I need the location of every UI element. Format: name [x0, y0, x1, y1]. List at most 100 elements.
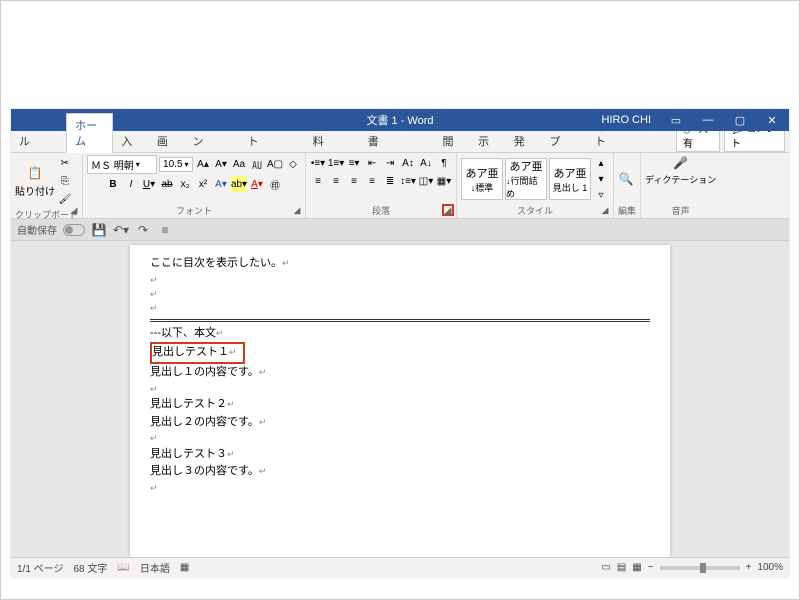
numbering-icon[interactable]: 1≡▾ — [328, 155, 344, 171]
bold-icon[interactable]: B — [105, 176, 121, 192]
distribute-icon[interactable]: ≣ — [382, 173, 398, 189]
maximize-button[interactable]: ▢ — [727, 112, 753, 129]
zoom-in-icon[interactable]: + — [746, 562, 752, 573]
zoom-slider[interactable] — [660, 566, 740, 570]
zoom-out-icon[interactable]: − — [648, 562, 654, 573]
font-launcher[interactable]: ◢ — [291, 204, 303, 216]
phonetic-icon[interactable]: ㍳ — [249, 157, 265, 173]
change-case-icon[interactable]: Aa — [231, 157, 247, 173]
page[interactable]: ここに目次を表示したい。↵ ↵ ↵ ↵ ---以下、本文↵ 見出しテスト１↵ 見… — [130, 245, 670, 557]
align-right-icon[interactable]: ≡ — [346, 173, 362, 189]
status-bar: 1/1 ページ 68 文字 📖 日本語 ▦ ▭ ▤ ▦ − + 100% — [11, 557, 789, 577]
sort-icon[interactable]: A↓ — [418, 155, 434, 171]
justify-icon[interactable]: ≡ — [364, 173, 380, 189]
view-print-icon[interactable]: ▤ — [617, 562, 626, 573]
word-count[interactable]: 68 文字 — [73, 560, 107, 575]
body-line: 見出しテスト２↵ — [150, 396, 650, 414]
style-nospacing[interactable]: あア亜↓行間詰め — [505, 158, 547, 200]
find-icon[interactable]: 🔍 — [618, 171, 634, 187]
close-button[interactable]: ✕ — [759, 112, 785, 129]
indent-dec-icon[interactable]: ⇤ — [364, 155, 380, 171]
show-marks-icon[interactable]: ¶ — [436, 155, 452, 171]
cut-icon[interactable]: ✂ — [57, 155, 73, 171]
style-heading1[interactable]: あア亜見出し 1 — [549, 158, 591, 200]
tab-home[interactable]: ホーム — [66, 113, 113, 153]
view-focus-icon[interactable]: ▭ — [601, 562, 610, 573]
spellcheck-icon[interactable]: 📖 — [117, 562, 129, 573]
strike-icon[interactable]: ab — [159, 176, 175, 192]
save-icon[interactable]: 💾 — [91, 222, 107, 238]
group-styles: あア亜↓標準 あア亜↓行間詰め あア亜見出し 1 ▴ ▾ ▿ スタイル ◢ — [457, 153, 614, 218]
heading-1: 見出しテスト１↵ — [150, 342, 650, 364]
body-line: 見出し３の内容です。↵ — [150, 463, 650, 481]
bullets-icon[interactable]: •≡▾ — [310, 155, 326, 171]
minimize-button[interactable]: — — [695, 112, 721, 128]
text-direction-icon[interactable]: A↕ — [400, 155, 416, 171]
qat-more-icon[interactable]: ≡ — [157, 222, 173, 238]
title-bar: 文書 1 - Word HIRO CHI ▭ — ▢ ✕ — [11, 109, 789, 131]
para-mark: ↵ — [150, 273, 650, 287]
italic-icon[interactable]: I — [123, 176, 139, 192]
redo-icon[interactable]: ↷ — [135, 222, 151, 238]
ribbon-tabs: ファイル ホーム 挿入 描画 デザイン レイアウト 参考資料 差し込み文書 校閲… — [11, 131, 789, 153]
style-normal[interactable]: あア亜↓標準 — [461, 158, 503, 200]
user-name[interactable]: HIRO CHI — [596, 112, 658, 128]
enclose-char-icon[interactable]: ㊞ — [267, 176, 283, 192]
group-voice: 🎤 ディクテーション 音声 — [641, 153, 720, 218]
document-area[interactable]: ここに目次を表示したい。↵ ↵ ↵ ↵ ---以下、本文↵ 見出しテスト１↵ 見… — [11, 241, 789, 557]
indent-inc-icon[interactable]: ⇥ — [382, 155, 398, 171]
view-web-icon[interactable]: ▦ — [632, 562, 641, 573]
grow-font-icon[interactable]: A▴ — [195, 157, 211, 173]
font-size-combo[interactable]: 10.5▾ — [159, 157, 193, 172]
para-mark: ↵ — [150, 382, 650, 396]
line-spacing-icon[interactable]: ↕≡▾ — [400, 173, 416, 189]
superscript-icon[interactable]: x² — [195, 176, 211, 192]
subscript-icon[interactable]: x₂ — [177, 176, 193, 192]
shrink-font-icon[interactable]: A▾ — [213, 157, 229, 173]
paragraph-launcher[interactable]: ◢ — [442, 204, 454, 216]
autosave-toggle[interactable] — [63, 224, 85, 236]
group-paragraph: •≡▾ 1≡▾ ≡▾ ⇤ ⇥ A↕ A↓ ¶ ≡ ≡ ≡ ≡ ≣ ↕≡▾ ◫▾ — [306, 153, 457, 218]
body-line: 見出しテスト３↵ — [150, 446, 650, 464]
body-line: 見出し１の内容です。↵ — [150, 364, 650, 382]
para-mark: ↵ — [150, 431, 650, 445]
page-count[interactable]: 1/1 ページ — [17, 560, 63, 575]
document-title: 文書 1 - Word — [366, 112, 433, 128]
font-name-combo[interactable]: ＭＳ 明朝▾ — [87, 155, 157, 174]
multilevel-icon[interactable]: ≡▾ — [346, 155, 362, 171]
para-mark: ↵ — [150, 301, 650, 315]
char-border-icon[interactable]: A▢ — [267, 157, 283, 173]
group-clipboard: 📋 貼り付け ✂ ⎘ 🖌 クリップボード ◢ — [11, 153, 83, 218]
align-center-icon[interactable]: ≡ — [328, 173, 344, 189]
clipboard-launcher[interactable]: ◢ — [68, 204, 80, 216]
copy-icon[interactable]: ⎘ — [57, 173, 73, 189]
para-mark: ↵ — [150, 287, 650, 301]
text-effects-icon[interactable]: A▾ — [213, 176, 229, 192]
borders-icon[interactable]: ▦▾ — [436, 173, 452, 189]
styles-scroll-up-icon[interactable]: ▴ — [593, 155, 609, 171]
ribbon: 📋 貼り付け ✂ ⎘ 🖌 クリップボード ◢ ＭＳ 明朝▾ 10.5▾ A▴ A… — [11, 153, 789, 219]
styles-launcher[interactable]: ◢ — [599, 204, 611, 216]
body-line: ---以下、本文↵ — [150, 325, 650, 343]
undo-icon[interactable]: ↶▾ — [113, 222, 129, 238]
font-color-icon[interactable]: A▾ — [249, 176, 265, 192]
highlight-icon[interactable]: ab▾ — [231, 176, 247, 192]
group-font: ＭＳ 明朝▾ 10.5▾ A▴ A▾ Aa ㍳ A▢ ◇ B I U▾ ab x… — [83, 153, 306, 218]
clipboard-icon: 📋 — [27, 165, 43, 181]
clear-format-icon[interactable]: ◇ — [285, 157, 301, 173]
shading-icon[interactable]: ◫▾ — [418, 173, 434, 189]
para-mark: ↵ — [150, 481, 650, 495]
paste-button[interactable]: 📋 貼り付け — [15, 165, 55, 198]
dictation-icon[interactable]: 🎤 — [673, 155, 689, 171]
ribbon-options-icon[interactable]: ▭ — [663, 112, 689, 129]
language[interactable]: 日本語 — [140, 560, 170, 575]
styles-more-icon[interactable]: ▿ — [593, 187, 609, 203]
underline-icon[interactable]: U▾ — [141, 176, 157, 192]
zoom-level[interactable]: 100% — [757, 562, 783, 573]
styles-scroll-down-icon[interactable]: ▾ — [593, 171, 609, 187]
group-editing: 🔍 編集 — [614, 153, 641, 218]
macro-icon[interactable]: ▦ — [180, 562, 189, 573]
align-left-icon[interactable]: ≡ — [310, 173, 326, 189]
body-line: 見出し２の内容です。↵ — [150, 414, 650, 432]
body-line: ここに目次を表示したい。↵ — [150, 255, 650, 273]
